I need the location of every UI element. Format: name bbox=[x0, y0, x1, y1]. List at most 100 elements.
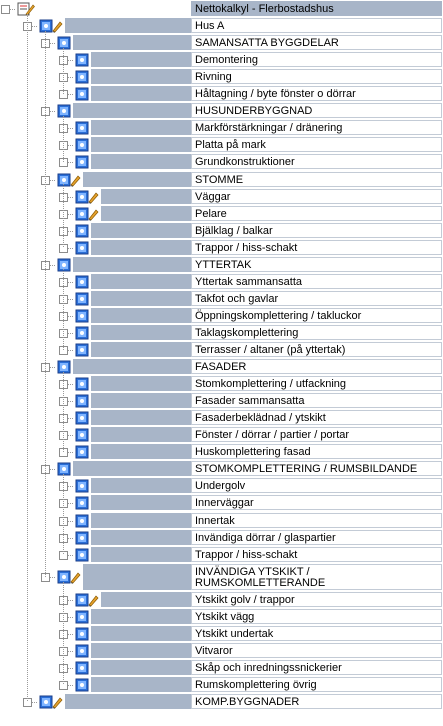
row-shade bbox=[101, 591, 191, 607]
tree-row[interactable]: Innertak bbox=[0, 512, 443, 529]
tree-item-label[interactable]: Terrasser / altaner (på yttertak) bbox=[191, 342, 442, 357]
tree-item-label[interactable]: HUSUNDERBYGGNAD bbox=[191, 103, 442, 119]
tree-row[interactable]: Vitvaror bbox=[0, 642, 443, 659]
tree-item-label[interactable]: KOMP.BYGGNADER bbox=[191, 693, 442, 709]
tree-row[interactable]: KOMP.BYGGNADER bbox=[0, 693, 443, 710]
tree-item-label[interactable]: Yttertak sammansatta bbox=[191, 273, 442, 289]
tree-row[interactable]: Undergolv bbox=[0, 477, 443, 494]
node-icon bbox=[75, 138, 89, 152]
tree-item-label[interactable]: Innertak bbox=[191, 512, 442, 528]
tree-row[interactable]: Ytskikt golv / trappor bbox=[0, 591, 443, 608]
kalkyl-tree[interactable]: Nettokalkyl - Flerbostadshus Hus A SAMANSA… bbox=[0, 0, 443, 726]
tree-row[interactable]: Skåp och inredningssnickerier bbox=[0, 659, 443, 676]
tree-item-label[interactable]: Nettokalkyl - Flerbostadshus bbox=[191, 1, 442, 16]
tree-item-label[interactable]: Fasaderbeklädnad / ytskikt bbox=[191, 410, 442, 426]
tree-row[interactable]: Stomkomplettering / utfackning bbox=[0, 375, 443, 392]
tree-item-label[interactable]: Pelare bbox=[191, 205, 442, 221]
tree-row[interactable]: SAMANSATTA BYGGDELAR bbox=[0, 34, 443, 51]
tree-row[interactable]: YTTERTAK bbox=[0, 256, 443, 273]
tree-row[interactable]: Invändiga dörrar / glaspartier bbox=[0, 529, 443, 546]
tree-item-label[interactable]: STOMKOMPLETTERING / RUMSBILDANDE bbox=[191, 461, 442, 477]
tree-guide-line bbox=[63, 184, 64, 248]
tree-item-label[interactable]: Rumskomplettering övrig bbox=[191, 676, 442, 692]
tree-row[interactable]: Nettokalkyl - Flerbostadshus bbox=[0, 0, 443, 17]
tree-item-label[interactable]: Ytskikt undertak bbox=[191, 625, 442, 641]
tree-item-label[interactable]: Trappor / hiss-schakt bbox=[191, 546, 442, 562]
tree-item-label[interactable]: Öppningskomplettering / takluckor bbox=[191, 307, 442, 323]
tree-row[interactable]: Bjälklag / balkar bbox=[0, 222, 443, 239]
collapse-toggle-icon[interactable] bbox=[1, 5, 10, 14]
tree-item-label[interactable]: Ytskikt golv / trappor bbox=[191, 591, 442, 607]
tree-row[interactable]: Öppningskomplettering / takluckor bbox=[0, 307, 443, 324]
tree-item-label[interactable]: Rivning bbox=[191, 69, 442, 85]
row-shade bbox=[91, 659, 191, 675]
tree-row[interactable]: Rumskomplettering övrig bbox=[0, 676, 443, 693]
tree-row[interactable]: Fönster / dörrar / partier / portar bbox=[0, 426, 443, 443]
tree-row[interactable]: FASADER bbox=[0, 358, 443, 375]
row-shade bbox=[73, 461, 191, 477]
tree-row[interactable]: Väggar bbox=[0, 188, 443, 205]
row-shade bbox=[91, 222, 191, 238]
node-icon bbox=[75, 496, 89, 510]
tree-row[interactable]: Takfot och gavlar bbox=[0, 290, 443, 307]
tree-item-label[interactable]: Bjälklag / balkar bbox=[191, 222, 442, 238]
node-icon bbox=[57, 462, 71, 476]
tree-row[interactable]: Taklagskomplettering bbox=[0, 324, 443, 341]
tree-item-label[interactable]: Håltagning / byte fönster o dörrar bbox=[191, 86, 442, 102]
tree-row[interactable]: INVÄNDIGA YTSKIKT / RUMSKOMLETTERANDE bbox=[0, 563, 443, 591]
tree-item-label[interactable]: Grundkonstruktioner bbox=[191, 154, 442, 170]
tree-row[interactable]: STOMME bbox=[0, 171, 443, 188]
tree-row[interactable]: Terrasser / altaner (på yttertak) bbox=[0, 341, 443, 358]
tree-item-label[interactable]: Huskomplettering fasad bbox=[191, 444, 442, 460]
row-shade bbox=[91, 239, 191, 255]
tree-row[interactable]: Huskomplettering fasad bbox=[0, 443, 443, 460]
tree-item-label[interactable]: Platta på mark bbox=[191, 137, 442, 153]
tree-item-label[interactable]: SAMANSATTA BYGGDELAR bbox=[191, 35, 442, 51]
row-shade bbox=[91, 478, 191, 494]
tree-item-label[interactable]: Väggar bbox=[191, 188, 442, 204]
tree-row[interactable]: Yttertak sammansatta bbox=[0, 273, 443, 290]
row-shade bbox=[91, 154, 191, 170]
tree-row[interactable]: Grundkonstruktioner bbox=[0, 153, 443, 170]
tree-row[interactable]: Innerväggar bbox=[0, 494, 443, 511]
tree-item-label[interactable]: Taklagskomplettering bbox=[191, 324, 442, 340]
tree-item-label[interactable]: Undergolv bbox=[191, 478, 442, 494]
tree-row[interactable]: Fasader sammansatta bbox=[0, 392, 443, 409]
tree-item-label[interactable]: Ytskikt vägg bbox=[191, 608, 442, 624]
row-shade bbox=[91, 642, 191, 658]
tree-row[interactable]: Fasaderbeklädnad / ytskikt bbox=[0, 409, 443, 426]
tree-item-label[interactable]: Demontering bbox=[191, 52, 442, 68]
tree-item-label[interactable]: Markförstärkningar / dränering bbox=[191, 120, 442, 136]
tree-row[interactable]: Platta på mark bbox=[0, 136, 443, 153]
tree-item-label[interactable]: Vitvaror bbox=[191, 642, 442, 658]
tree-row[interactable]: Markförstärkningar / dränering bbox=[0, 119, 443, 136]
tree-row[interactable]: Trappor / hiss-schakt bbox=[0, 546, 443, 563]
tree-row[interactable]: Hus A bbox=[0, 17, 443, 34]
tree-item-label[interactable]: Trappor / hiss-schakt bbox=[191, 239, 442, 255]
node-icon bbox=[75, 661, 89, 675]
tree-item-label[interactable]: Invändiga dörrar / glaspartier bbox=[191, 529, 442, 545]
tree-item-label[interactable]: STOMME bbox=[191, 171, 442, 187]
tree-row[interactable]: Håltagning / byte fönster o dörrar bbox=[0, 85, 443, 102]
tree-row[interactable]: Demontering bbox=[0, 51, 443, 68]
tree-item-label[interactable]: Fasader sammansatta bbox=[191, 393, 442, 409]
tree-row[interactable]: Ytskikt vägg bbox=[0, 608, 443, 625]
tree-item-label[interactable]: Innerväggar bbox=[191, 495, 442, 511]
node-icon bbox=[75, 428, 89, 442]
tree-item-label[interactable]: Takfot och gavlar bbox=[191, 290, 442, 306]
tree-row[interactable]: STOMKOMPLETTERING / RUMSBILDANDE bbox=[0, 460, 443, 477]
tree-item-label[interactable]: Hus A bbox=[191, 18, 442, 34]
tree-row[interactable]: Ytskikt undertak bbox=[0, 625, 443, 642]
tree-item-label[interactable]: INVÄNDIGA YTSKIKT / RUMSKOMLETTERANDE bbox=[191, 563, 442, 590]
tree-item-label[interactable]: YTTERTAK bbox=[191, 256, 442, 272]
tree-row[interactable]: Pelare bbox=[0, 205, 443, 222]
tree-item-label[interactable]: Stomkomplettering / utfackning bbox=[191, 376, 442, 392]
tree-row[interactable]: HUSUNDERBYGGNAD bbox=[0, 102, 443, 119]
tree-item-label[interactable]: Fönster / dörrar / partier / portar bbox=[191, 427, 442, 443]
tree-guide-line bbox=[63, 581, 64, 685]
node-icon bbox=[75, 548, 89, 562]
tree-row[interactable]: Trappor / hiss-schakt bbox=[0, 239, 443, 256]
tree-item-label[interactable]: Skåp och inredningssnickerier bbox=[191, 659, 442, 675]
tree-item-label[interactable]: FASADER bbox=[191, 359, 442, 375]
tree-row[interactable]: Rivning bbox=[0, 68, 443, 85]
